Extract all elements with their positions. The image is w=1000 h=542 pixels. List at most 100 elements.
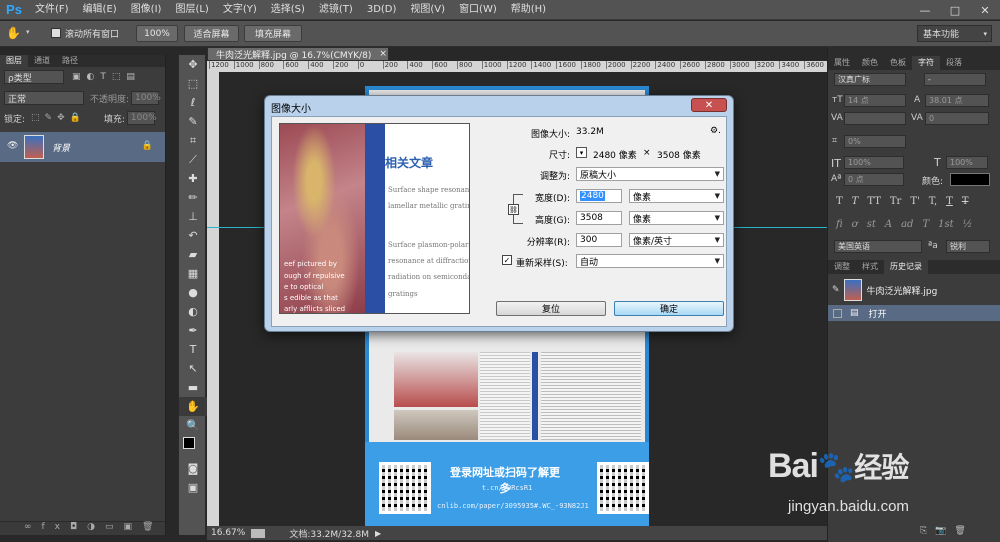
- tab-paragraph[interactable]: 段落: [940, 56, 968, 70]
- fit-screen-button[interactable]: 适合屏幕: [184, 25, 239, 42]
- text-color-swatch[interactable]: [950, 173, 990, 186]
- font-style-select[interactable]: -: [924, 73, 986, 86]
- eyedropper-tool-icon[interactable]: ⟋: [179, 150, 207, 169]
- color-swap-icon[interactable]: [179, 435, 207, 459]
- width-unit-select[interactable]: 像素 ▼: [629, 189, 724, 203]
- healing-brush-tool-icon[interactable]: ✚: [179, 169, 207, 188]
- menu-select[interactable]: 选择(S): [264, 0, 312, 20]
- swash-button[interactable]: A: [885, 219, 892, 230]
- menu-window[interactable]: 窗口(W): [452, 0, 504, 20]
- clone-stamp-tool-icon[interactable]: ⊥: [179, 207, 207, 226]
- kerning-input[interactable]: [844, 112, 906, 125]
- marquee-tool-icon[interactable]: ⬚: [179, 74, 207, 93]
- tab-layers[interactable]: 图层: [0, 55, 28, 67]
- path-select-tool-icon[interactable]: ↖: [179, 359, 207, 378]
- lasso-tool-icon[interactable]: ℓ: [179, 93, 207, 112]
- menu-type[interactable]: 文字(Y): [216, 0, 264, 20]
- blur-tool-icon[interactable]: ●: [179, 283, 207, 302]
- tab-swatches[interactable]: 色板: [884, 56, 912, 70]
- tab-adjustments[interactable]: 调整: [828, 260, 856, 274]
- zoom-100-button[interactable]: 100%: [136, 25, 178, 42]
- maximize-icon[interactable]: □: [940, 0, 970, 20]
- minimize-icon[interactable]: —: [910, 0, 940, 20]
- brush-tool-icon[interactable]: ✏: [179, 188, 207, 207]
- workspace-select[interactable]: 基本功能 ▾: [917, 25, 992, 42]
- menu-edit[interactable]: 编辑(E): [76, 0, 124, 20]
- resolution-unit-select[interactable]: 像素/英寸 ▼: [629, 233, 724, 247]
- dodge-tool-icon[interactable]: ◐: [179, 302, 207, 321]
- close-icon[interactable]: ✕: [970, 0, 1000, 20]
- menu-filter[interactable]: 滤镜(T): [312, 0, 360, 20]
- faux-bold-button[interactable]: T: [836, 196, 843, 207]
- tab-color[interactable]: 颜色: [856, 56, 884, 70]
- eraser-tool-icon[interactable]: ▰: [179, 245, 207, 264]
- history-source-checkbox[interactable]: [833, 308, 842, 318]
- status-menu-icon[interactable]: ▶: [375, 529, 381, 538]
- visibility-eye-icon[interactable]: 👁: [7, 141, 18, 151]
- opacity-input[interactable]: 100%: [131, 91, 161, 105]
- tab-properties[interactable]: 属性: [828, 56, 856, 70]
- tab-history[interactable]: 历史记录: [884, 260, 928, 274]
- move-tool-icon[interactable]: ✥: [179, 55, 207, 74]
- anti-alias-select[interactable]: 锐利: [946, 240, 990, 253]
- ok-button[interactable]: 确定: [614, 301, 724, 316]
- screen-mode-icon[interactable]: ▣: [179, 478, 207, 497]
- document-tab[interactable]: 牛肉泛光解释.jpg @ 16.7%(CMYK/8) ×: [207, 47, 389, 61]
- menu-help[interactable]: 帮助(H): [504, 0, 553, 20]
- underline-button[interactable]: T: [946, 196, 953, 207]
- menu-layer[interactable]: 图层(L): [168, 0, 215, 20]
- history-brush-tool-icon[interactable]: ↶: [179, 226, 207, 245]
- dimensions-unit-chevron-icon[interactable]: ▾: [576, 147, 587, 158]
- shape-tool-icon[interactable]: ▬: [179, 378, 207, 397]
- menu-view[interactable]: 视图(V): [403, 0, 452, 20]
- layer-filter-icons[interactable]: ▣◐T⬚▤: [72, 72, 141, 82]
- settings-gear-icon[interactable]: ⚙.: [710, 126, 721, 136]
- strikethrough-button[interactable]: T: [962, 196, 969, 207]
- fraction-button[interactable]: ½: [963, 219, 973, 230]
- reset-button[interactable]: 复位: [496, 301, 606, 316]
- history-brush-source-icon[interactable]: ✎: [832, 285, 840, 295]
- tsume-input[interactable]: 0%: [844, 135, 906, 148]
- layer-row-background[interactable]: 👁 背景 🔒: [0, 132, 165, 162]
- language-select[interactable]: 美国英语: [834, 240, 922, 253]
- gradient-tool-icon[interactable]: ▦: [179, 264, 207, 283]
- baseline-shift-input[interactable]: 0 点: [844, 173, 904, 186]
- ordinal-button[interactable]: 1st: [938, 219, 954, 230]
- superscript-button[interactable]: T': [910, 196, 919, 207]
- vertical-scale-input[interactable]: 100%: [844, 156, 904, 169]
- fill-input[interactable]: 100%: [126, 111, 157, 125]
- image-preview[interactable]: eef pictured by ough of repulsive e to o…: [279, 123, 470, 314]
- all-caps-button[interactable]: TT: [867, 196, 881, 207]
- zoom-level[interactable]: 16.67%: [211, 528, 245, 538]
- menu-image[interactable]: 图像(I): [124, 0, 169, 20]
- hand-tool-icon[interactable]: ✋: [6, 26, 21, 40]
- ligature-button[interactable]: fi: [836, 219, 843, 230]
- quick-mask-icon[interactable]: ◙: [179, 459, 207, 478]
- tab-character[interactable]: 字符: [912, 56, 940, 70]
- crop-tool-icon[interactable]: ⌗: [179, 131, 207, 150]
- pen-tool-icon[interactable]: ✒: [179, 321, 207, 340]
- menu-3d[interactable]: 3D(D): [360, 0, 404, 20]
- fill-screen-button[interactable]: 填充屏幕: [244, 25, 302, 42]
- layer-kind-filter[interactable]: ρ类型: [4, 70, 64, 84]
- layers-footer-icons[interactable]: ∞fx◘◑▭▣🗑: [0, 521, 165, 535]
- tracking-input[interactable]: 0: [925, 112, 989, 125]
- zoom-tool-icon[interactable]: 🔍: [179, 416, 207, 435]
- alternate-button[interactable]: ơ: [852, 219, 858, 230]
- tab-styles[interactable]: 样式: [856, 260, 884, 274]
- tool-preset-chevron-icon[interactable]: ▾: [26, 28, 30, 36]
- leading-input[interactable]: 38.01 点: [925, 94, 989, 107]
- close-icon[interactable]: ×: [379, 49, 387, 59]
- stylistic-button[interactable]: ad: [901, 219, 913, 230]
- font-family-select[interactable]: 汉真广标: [834, 73, 906, 86]
- tab-channels[interactable]: 通道: [28, 55, 56, 67]
- type-tool-icon[interactable]: T: [179, 340, 207, 359]
- history-state-open[interactable]: ▤ 打开: [828, 305, 1000, 321]
- resample-select[interactable]: 自动 ▼: [576, 254, 724, 268]
- quick-select-tool-icon[interactable]: ✎: [179, 112, 207, 131]
- resolution-input[interactable]: 300: [576, 233, 622, 247]
- history-snapshot-row[interactable]: ✎ 牛肉泛光解释.jpg: [828, 277, 1000, 303]
- titling-button[interactable]: T: [922, 219, 929, 230]
- subscript-button[interactable]: T,: [929, 196, 937, 207]
- hand-tool-icon[interactable]: ✋: [179, 397, 207, 416]
